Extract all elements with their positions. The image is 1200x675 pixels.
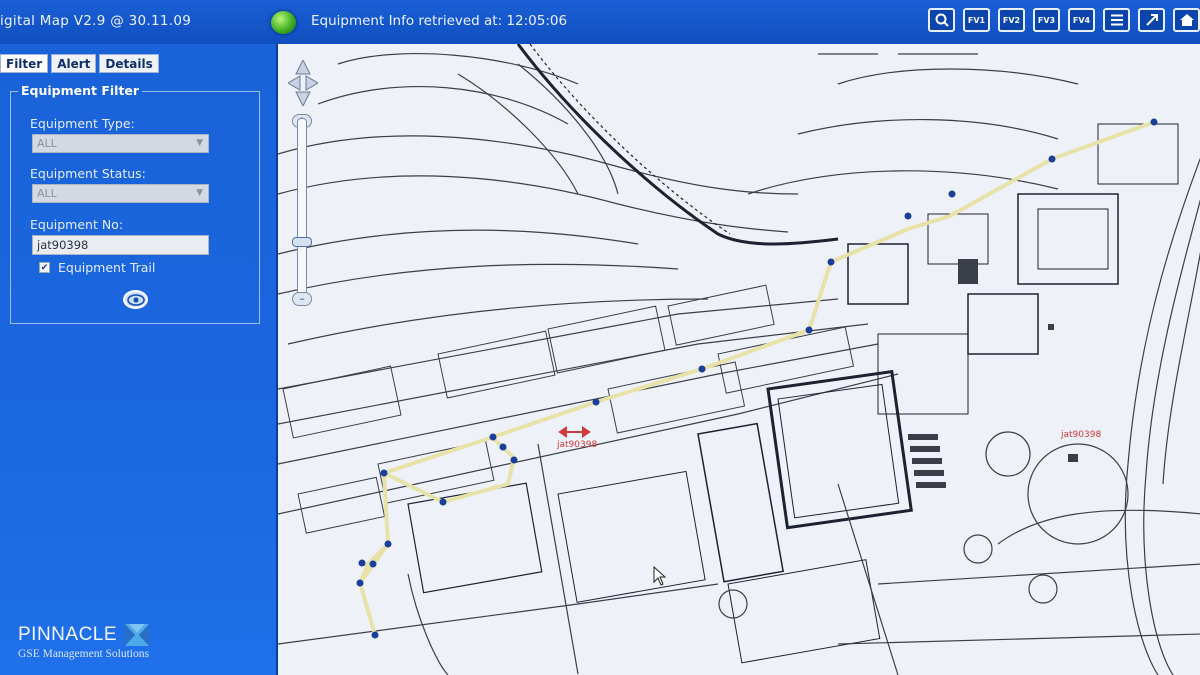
zoom-search-icon bbox=[935, 13, 949, 27]
brand-logo: PINNACLE GSE Management Solutions bbox=[18, 624, 150, 660]
fv3-button[interactable]: FV3 bbox=[1033, 8, 1060, 32]
equipment-status-select[interactable]: ALL ▼ bbox=[32, 184, 209, 203]
equipment-number-label: Equipment No: bbox=[30, 217, 124, 232]
zoom-search-button[interactable] bbox=[928, 8, 955, 32]
brand-name: PINNACLE bbox=[18, 624, 118, 645]
equipment-trail-row: ✔ Equipment Trail bbox=[39, 260, 155, 275]
home-button[interactable] bbox=[1173, 8, 1200, 32]
map-drawing bbox=[278, 44, 1200, 675]
zoom-slider-track[interactable] bbox=[297, 118, 307, 304]
alert-marker-label[interactable]: jat90398 bbox=[1061, 430, 1101, 440]
fv4-button[interactable]: FV4 bbox=[1068, 8, 1095, 32]
equipment-filter-legend: Equipment Filter bbox=[18, 83, 143, 98]
home-icon bbox=[1179, 14, 1194, 26]
equipment-number-input[interactable]: jat90398 bbox=[32, 235, 209, 255]
expand-button[interactable] bbox=[1138, 8, 1165, 32]
equipment-type-value: ALL bbox=[37, 137, 57, 150]
top-bar: igital Map V2.9 @ 30.11.09 Equipment Inf… bbox=[0, 0, 1200, 44]
mouse-cursor-icon bbox=[653, 566, 667, 586]
toolbar: FV1 FV2 FV3 FV4 bbox=[928, 8, 1200, 32]
pan-arrows-icon bbox=[287, 58, 319, 108]
status-text: Equipment Info retrieved at: 12:05:06 bbox=[311, 13, 568, 29]
equipment-type-select[interactable]: ALL ▼ bbox=[32, 134, 209, 153]
expand-icon bbox=[1145, 14, 1158, 26]
brand-mark-icon bbox=[125, 624, 150, 646]
equipment-type-label: Equipment Type: bbox=[30, 116, 135, 131]
brand-subtitle: GSE Management Solutions bbox=[18, 648, 149, 660]
tab-filter[interactable]: Filter bbox=[0, 54, 49, 73]
equipment-status-label: Equipment Status: bbox=[30, 166, 146, 181]
equipment-trail-checkbox[interactable]: ✔ bbox=[39, 262, 50, 273]
equipment-filter-group: Equipment Filter Equipment Type: ALL ▼ E… bbox=[10, 83, 260, 324]
equipment-trail-label: Equipment Trail bbox=[58, 260, 156, 275]
tab-details[interactable]: Details bbox=[99, 54, 159, 73]
eye-icon bbox=[126, 293, 145, 306]
status-indicator-icon bbox=[271, 11, 296, 34]
tab-alert[interactable]: Alert bbox=[51, 54, 97, 73]
panel-tabs: Filter Alert Details bbox=[0, 54, 159, 73]
chevron-down-icon: ▼ bbox=[196, 138, 203, 148]
pan-control[interactable] bbox=[287, 58, 319, 108]
zoom-slider-thumb[interactable] bbox=[292, 237, 312, 247]
zoom-out-button[interactable]: – bbox=[292, 292, 312, 306]
chevron-down-icon: ▼ bbox=[196, 188, 203, 198]
left-panel: Filter Alert Details Equipment Filter Eq… bbox=[0, 44, 276, 675]
fv1-button[interactable]: FV1 bbox=[963, 8, 990, 32]
equipment-status-value: ALL bbox=[37, 187, 57, 200]
list-icon bbox=[1110, 14, 1123, 26]
app-title: igital Map V2.9 @ 30.11.09 bbox=[0, 13, 192, 29]
list-button[interactable] bbox=[1103, 8, 1130, 32]
view-equipment-button[interactable] bbox=[123, 290, 148, 309]
equipment-marker-label[interactable]: jat90398 bbox=[557, 440, 597, 450]
airport-map[interactable]: jat90398 jat90398 + – bbox=[276, 44, 1200, 675]
fv2-button[interactable]: FV2 bbox=[998, 8, 1025, 32]
